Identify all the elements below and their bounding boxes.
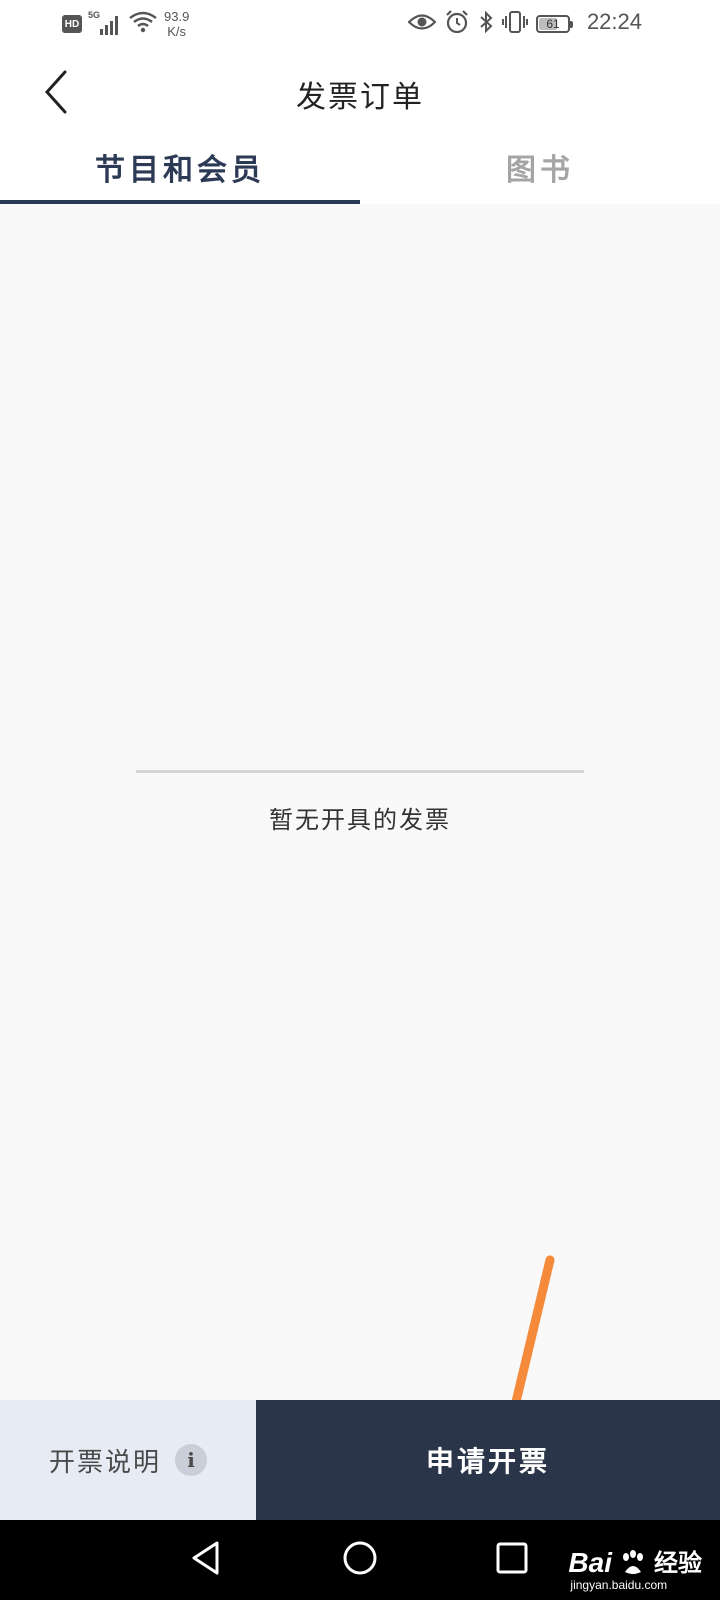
vibrate-icon xyxy=(502,10,528,38)
tab-bar: 节目和会员 图书 xyxy=(0,140,720,204)
empty-state-divider xyxy=(136,770,584,773)
battery-level: 61 xyxy=(546,17,560,31)
clock: 22:24 xyxy=(587,9,642,35)
title-bar: 发票订单 xyxy=(0,48,720,140)
nav-back-button[interactable] xyxy=(184,1538,228,1582)
invoice-info-label: 开票说明 xyxy=(48,1447,161,1478)
watermark-logo-left: Bai xyxy=(568,1547,612,1578)
wifi-icon xyxy=(128,10,158,38)
apply-invoice-label: 申请开票 xyxy=(425,1445,550,1478)
tab-programs-and-members[interactable]: 节目和会员 xyxy=(0,140,360,204)
network-speed-unit: K/s xyxy=(167,24,187,39)
page-title: 发票订单 xyxy=(296,80,424,115)
signal-icon: 5G xyxy=(88,10,122,36)
nav-recents-icon xyxy=(495,1541,529,1579)
network-speed-value: 93.9 xyxy=(164,9,190,24)
network-speed: 93.9 K/s xyxy=(164,9,189,39)
battery-icon: 61 xyxy=(536,15,573,33)
clock-time: 22:24 xyxy=(586,9,642,34)
nav-back-icon xyxy=(189,1540,223,1580)
tab-books[interactable]: 图书 xyxy=(360,140,720,204)
tab-label: 节目和会员 xyxy=(95,153,265,188)
bottom-action-bar: 开票说明 i 申请开票 xyxy=(0,1400,720,1520)
bluetooth-icon xyxy=(478,10,494,38)
system-nav-bar: Bai 经验 jingyan.baidu.com xyxy=(0,1520,720,1600)
watermark-logo: Bai 经验 xyxy=(568,1548,702,1578)
apply-invoice-button[interactable]: 申请开票 xyxy=(256,1400,720,1520)
status-bar: HD 5G 93.9 K/s 61 22:24 xyxy=(0,0,720,48)
nav-home-button[interactable] xyxy=(338,1538,382,1582)
watermark-logo-right: 经验 xyxy=(654,1549,702,1577)
baidu-jingyan-watermark: Bai 经验 jingyan.baidu.com xyxy=(568,1548,702,1593)
hd-icon: HD xyxy=(62,15,82,33)
invoice-list-area: 暂无开具的发票 xyxy=(0,204,720,1544)
nav-recents-button[interactable] xyxy=(490,1538,534,1582)
tab-label: 图书 xyxy=(506,153,574,188)
info-icon: i xyxy=(175,1444,207,1476)
paw-icon xyxy=(623,1550,643,1574)
eye-icon xyxy=(407,11,437,37)
status-right-group: 61 xyxy=(407,6,573,42)
invoice-info-button[interactable]: 开票说明 i xyxy=(0,1400,256,1520)
nav-home-icon xyxy=(342,1540,378,1580)
empty-state-message: 暂无开具的发票 xyxy=(269,806,451,834)
watermark-url: jingyan.baidu.com xyxy=(570,1578,668,1592)
alarm-icon xyxy=(444,9,470,39)
status-left-group: HD 5G 93.9 K/s xyxy=(62,6,189,42)
network-type: 5G xyxy=(88,10,101,20)
